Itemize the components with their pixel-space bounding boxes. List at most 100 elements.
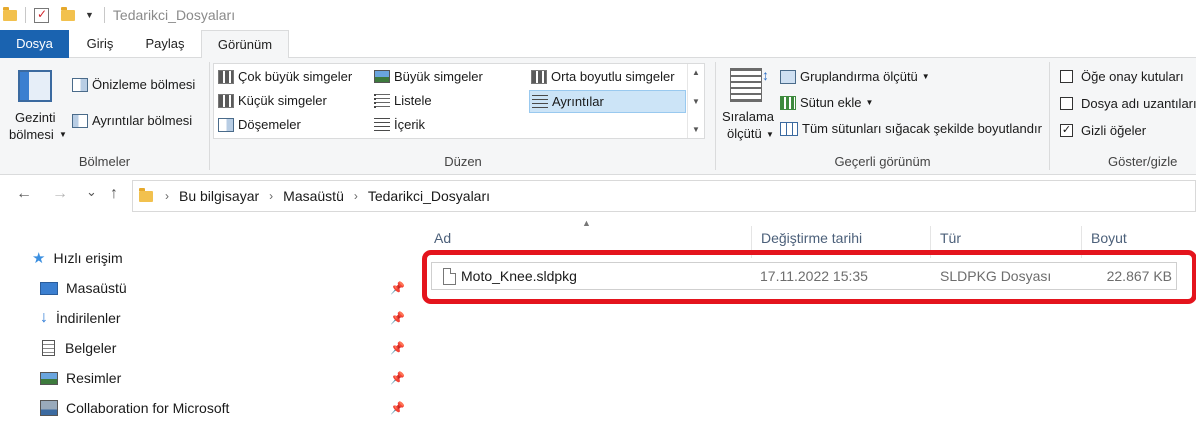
breadcrumb-current-folder[interactable]: Tedarikci_Dosyaları — [368, 188, 490, 204]
sidebar-item-pictures[interactable]: Resimler 📌 — [40, 363, 420, 393]
group-label-panes: Bölmeler — [78, 154, 131, 169]
sidebar-item-label: Hızlı erişim — [53, 250, 123, 266]
properties-icon[interactable]: ✓ — [34, 7, 49, 23]
hidden-items-label: Gizli öğeler — [1081, 123, 1147, 138]
sort-by-icon — [730, 68, 762, 102]
back-button[interactable]: ← — [16, 185, 32, 203]
preview-pane-icon — [72, 77, 88, 92]
sidebar-item-label: Resimler — [66, 370, 122, 386]
pin-icon[interactable]: 📌 — [390, 401, 405, 415]
new-folder-icon[interactable] — [61, 6, 75, 21]
column-header-date-modified[interactable]: Değiştirme tarihi — [761, 230, 862, 252]
column-header-name[interactable]: Ad — [434, 230, 451, 252]
navigation-pane-icon — [18, 70, 52, 102]
network-icon — [40, 400, 58, 416]
sort-arrow-icon: ↕ — [762, 67, 769, 83]
sidebar-item-documents[interactable]: Belgeler 📌 — [42, 333, 422, 363]
item-checkboxes-label: Öğe onay kutuları — [1081, 69, 1184, 84]
sort-indicator-icon: ▲ — [582, 218, 591, 228]
sidebar-item-quick-access[interactable]: ★ Hızlı erişim — [32, 243, 123, 273]
tab-view[interactable]: Görünüm — [201, 30, 289, 59]
navigation-pane: ★ Hızlı erişim Masaüstü 📌 ↓ İndirilenler… — [0, 216, 411, 426]
pictures-icon — [40, 371, 58, 385]
fit-columns-icon — [780, 121, 798, 136]
chevron-down-icon: ▼ — [921, 72, 930, 81]
sidebar-item-collaboration[interactable]: Collaboration for Microsoft 📌 — [40, 393, 420, 423]
tab-home[interactable]: Giriş — [70, 30, 130, 58]
pin-icon[interactable]: 📌 — [390, 281, 405, 295]
pin-icon[interactable]: 📌 — [390, 371, 405, 385]
breadcrumb-separator[interactable]: › — [354, 189, 358, 203]
breadcrumb-separator[interactable]: › — [165, 189, 169, 203]
group-by-button[interactable]: Gruplandırma ölçütü ▼ — [780, 69, 930, 84]
navigation-pane-button[interactable]: Gezinti bölmesi ▼ — [6, 68, 67, 146]
add-columns-label: Sütun ekle — [800, 95, 862, 110]
title-divider — [25, 7, 26, 23]
download-icon: ↓ — [40, 309, 48, 326]
ribbon-tabs: Dosya Giriş Paylaş Görünüm — [0, 30, 1196, 59]
sort-by-button[interactable]: ↕ Sıralama ölçütü ▼ — [720, 66, 778, 146]
sidebar-item-desktop[interactable]: Masaüstü 📌 — [40, 273, 420, 303]
preview-pane-label: Önizleme bölmesi — [92, 77, 196, 92]
sidebar-item-label: İndirilenler — [56, 310, 121, 326]
pin-icon[interactable]: 📌 — [390, 311, 405, 325]
documents-icon — [42, 340, 55, 356]
chevron-down-icon: ▼ — [865, 98, 874, 107]
customize-quick-access-icon[interactable]: ▼ — [85, 10, 94, 20]
chevron-down-icon: ▼ — [59, 130, 67, 139]
breadcrumb-desktop[interactable]: Masaüstü — [283, 188, 344, 204]
ribbon: Gezinti bölmesi ▼ Önizleme bölmesi Ayrın… — [0, 58, 1196, 175]
highlight-box — [422, 250, 1196, 304]
folder-icon — [3, 6, 17, 21]
file-extensions-checkbox[interactable] — [1060, 97, 1073, 110]
chevron-down-icon: ▼ — [766, 130, 774, 139]
group-label-layout: Düzen — [444, 154, 482, 169]
details-pane-button[interactable]: Ayrıntılar bölmesi — [72, 113, 192, 128]
sidebar-item-label: Masaüstü — [66, 280, 127, 296]
navigation-bar: ← → ⌄ ↑ › Bu bilgisayar › Masaüstü › Ted… — [0, 176, 1196, 216]
tab-file[interactable]: Dosya — [0, 30, 69, 58]
fit-columns-label: Tüm sütunları sığacak şekilde boyutlandı… — [802, 121, 1042, 136]
add-columns-icon — [780, 95, 796, 110]
folder-icon — [139, 187, 153, 202]
address-bar[interactable]: › Bu bilgisayar › Masaüstü › Tedarikci_D… — [132, 180, 1196, 212]
navigation-pane-label: Gezinti — [15, 110, 56, 125]
window-title: Tedarikci_Dosyaları — [112, 7, 236, 23]
title-bar: ✓ ▼ Tedarikci_Dosyaları — [0, 0, 1196, 30]
navigation-pane-label-2: bölmesi — [9, 127, 54, 142]
sidebar-item-label: Collaboration for Microsoft — [66, 400, 230, 416]
up-button[interactable]: ↑ — [110, 185, 118, 203]
pin-icon[interactable]: 📌 — [390, 341, 405, 355]
breadcrumb-separator[interactable]: › — [269, 189, 273, 203]
column-header-type[interactable]: Tür — [940, 230, 961, 252]
group-by-label: Gruplandırma ölçütü — [800, 69, 918, 84]
desktop-icon — [40, 281, 58, 295]
file-extensions-label: Dosya adı uzantıları — [1081, 96, 1196, 111]
sidebar-item-label: Belgeler — [65, 340, 117, 356]
group-label-show-hide: Göster/gizle — [1108, 154, 1178, 169]
star-icon: ★ — [32, 250, 46, 267]
hidden-items-checkbox[interactable]: ✓ — [1060, 124, 1073, 137]
group-divider — [209, 62, 210, 170]
tab-share[interactable]: Paylaş — [131, 30, 199, 58]
item-checkboxes-checkbox[interactable] — [1060, 70, 1073, 83]
hidden-items-toggle[interactable]: ✓ Gizli öğeler — [1060, 123, 1146, 138]
fit-columns-button[interactable]: Tüm sütunları sığacak şekilde boyutlandı… — [780, 121, 1042, 136]
details-pane-icon — [72, 113, 88, 128]
item-checkboxes-toggle[interactable]: Öğe onay kutuları — [1060, 69, 1184, 84]
sort-by-label-2: ölçütü — [727, 126, 762, 141]
recent-locations-button[interactable]: ⌄ — [86, 184, 97, 200]
add-columns-button[interactable]: Sütun ekle ▼ — [780, 95, 873, 110]
column-header-size[interactable]: Boyut — [1091, 230, 1127, 252]
panes-group: Gezinti bölmesi ▼ Önizleme bölmesi Ayrın… — [0, 58, 209, 175]
show-hide-group: Öğe onay kutuları Dosya adı uzantıları ✓… — [1050, 58, 1196, 175]
file-extensions-toggle[interactable]: Dosya adı uzantıları — [1060, 96, 1196, 111]
details-pane-label: Ayrıntılar bölmesi — [92, 113, 193, 128]
sort-by-label: Sıralama — [722, 109, 775, 124]
sidebar-item-downloads[interactable]: ↓ İndirilenler 📌 — [40, 303, 420, 333]
file-list: ▲ Ad Değiştirme tarihi Tür Boyut Moto_Kn… — [411, 216, 1196, 426]
forward-button[interactable]: → — [52, 185, 68, 203]
group-by-icon — [780, 69, 796, 84]
breadcrumb-this-pc[interactable]: Bu bilgisayar — [179, 188, 259, 204]
preview-pane-button[interactable]: Önizleme bölmesi — [72, 77, 195, 92]
